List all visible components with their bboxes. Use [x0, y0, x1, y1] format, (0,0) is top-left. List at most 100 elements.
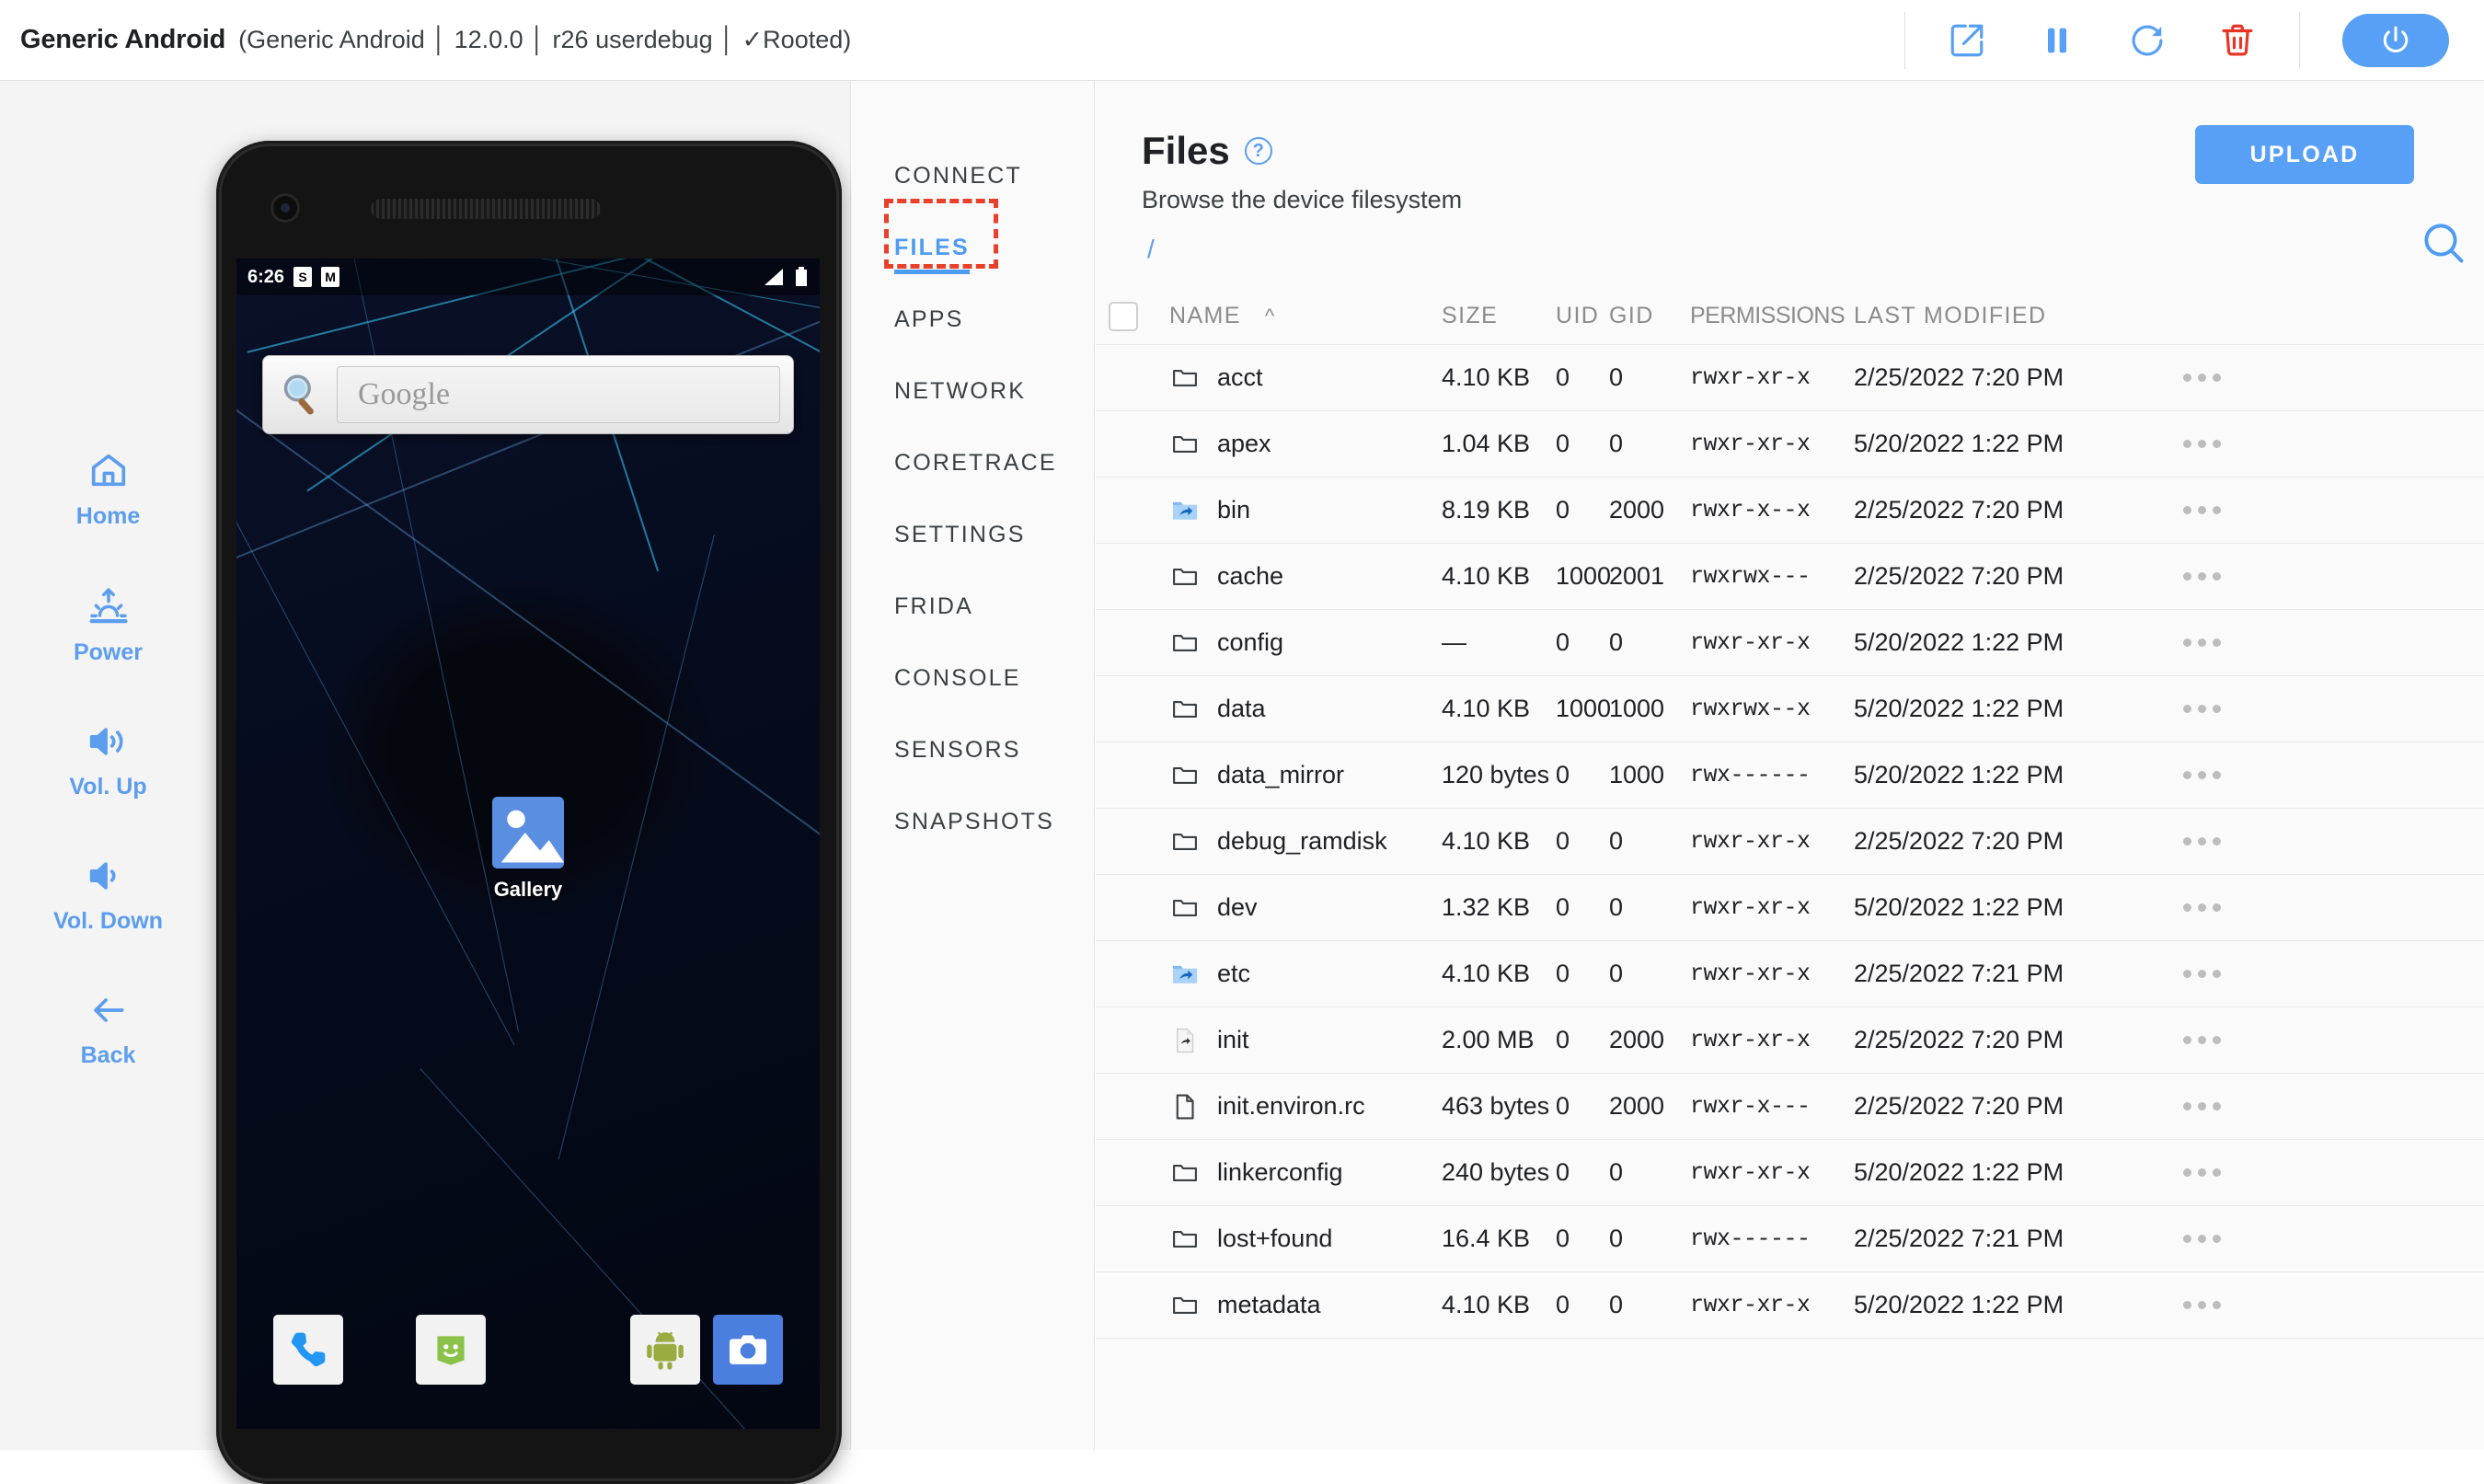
table-row[interactable]: init.environ.rc 463 bytes 0 2000 rwxr-x--- 2/… — [1096, 1074, 2484, 1140]
nav-item-network[interactable]: NETWORK — [852, 355, 1094, 427]
files-table: NAME ^ SIZE UID GID PERMISSIONS LAST MOD… — [1096, 288, 2484, 1339]
select-all-checkbox[interactable] — [1109, 301, 1138, 331]
nav-item-settings[interactable]: SETTINGS — [852, 499, 1094, 570]
table-row[interactable]: apex 1.04 KB 0 0 rwxr-xr-x 5/20/2022 1:22 PM — [1096, 411, 2484, 477]
table-row[interactable]: bin 8.19 KB 0 2000 rwxr-x--x 2/25/2022 7:20 P… — [1096, 477, 2484, 544]
nav-item-label: SETTINGS — [894, 521, 1026, 547]
back-arrow-icon — [86, 990, 132, 1035]
row-more-menu-icon[interactable] — [2183, 837, 2221, 846]
row-name-cell[interactable]: linkerconfig — [1169, 1157, 1442, 1189]
row-name-cell[interactable]: config — [1169, 627, 1442, 659]
row-size: — — [1442, 628, 1466, 656]
table-row[interactable]: init 2.00 MB 0 2000 rwxr-xr-x 2/25/2022 7:20 … — [1096, 1007, 2484, 1074]
column-header-name[interactable]: NAME ^ — [1169, 303, 1442, 329]
hw-button-volume-up[interactable]: Vol. Up — [26, 721, 191, 800]
table-row[interactable]: etc 4.10 KB 0 0 rwxr-xr-x 2/25/2022 7:21 PM — [1096, 941, 2484, 1007]
file-name: apex — [1217, 430, 1271, 457]
refresh-icon[interactable] — [2126, 19, 2168, 62]
column-header-uid[interactable]: UID — [1556, 303, 1609, 329]
row-more-menu-icon[interactable] — [2183, 1301, 2221, 1309]
upload-button[interactable]: UPLOAD — [2195, 125, 2414, 184]
nav-item-console[interactable]: CONSOLE — [852, 642, 1094, 714]
row-name-cell[interactable]: debug_ramdisk — [1169, 826, 1442, 857]
table-row[interactable]: config — 0 0 rwxr-xr-x 5/20/2022 1:22 PM — [1096, 610, 2484, 676]
power-button[interactable] — [2342, 13, 2449, 67]
google-search-widget[interactable]: Google — [262, 355, 794, 434]
row-more-menu-icon[interactable] — [2183, 970, 2221, 978]
row-last-modified: 5/20/2022 1:22 PM — [1854, 893, 2064, 921]
table-row[interactable]: data_mirror 120 bytes 0 1000 rwx------ 5/20/2… — [1096, 742, 2484, 809]
table-row[interactable]: metadata 4.10 KB 0 0 rwxr-xr-x 5/20/2022 1:22… — [1096, 1272, 2484, 1339]
nav-item-connect[interactable]: CONNECT — [852, 140, 1094, 212]
files-panel: Files ? Browse the device filesystem / U… — [1096, 81, 2484, 1450]
table-row[interactable]: lost+found 16.4 KB 0 0 rwx------ 2/25/2022 7:… — [1096, 1206, 2484, 1272]
row-more-menu-icon[interactable] — [2183, 374, 2221, 382]
top-bar-actions — [1904, 0, 2484, 81]
device-screen[interactable]: 6:26 S M Google Gallery — [236, 259, 820, 1429]
row-name-cell[interactable]: init — [1169, 1025, 1442, 1056]
nav-item-apps[interactable]: APPS — [852, 283, 1094, 355]
row-more-menu-icon[interactable] — [2183, 705, 2221, 713]
row-name-cell[interactable]: cache — [1169, 561, 1442, 592]
breadcrumb[interactable]: / — [1142, 235, 2484, 264]
google-search-input[interactable]: Google — [337, 366, 780, 423]
row-name-cell[interactable]: lost+found — [1169, 1224, 1442, 1255]
hw-button-back[interactable]: Back — [26, 990, 191, 1069]
row-more-menu-icon[interactable] — [2183, 506, 2221, 514]
row-more-menu-icon[interactable] — [2183, 1168, 2221, 1177]
table-row[interactable]: acct 4.10 KB 0 0 rwxr-xr-x 2/25/2022 7:20 PM — [1096, 345, 2484, 411]
row-more-menu-icon[interactable] — [2183, 903, 2221, 912]
table-row[interactable]: debug_ramdisk 4.10 KB 0 0 rwxr-xr-x 2/25/2022… — [1096, 809, 2484, 875]
nav-item-frida[interactable]: FRIDA — [852, 570, 1094, 642]
row-actions-cell — [2167, 970, 2484, 978]
open-external-icon[interactable] — [1946, 19, 1988, 62]
folder-icon — [1169, 1157, 1201, 1189]
row-more-menu-icon[interactable] — [2183, 1036, 2221, 1044]
help-icon[interactable]: ? — [1244, 137, 1272, 165]
nav-item-sensors[interactable]: SENSORS — [852, 714, 1094, 786]
row-more-menu-icon[interactable] — [2183, 638, 2221, 647]
hw-button-volume-down[interactable]: Vol. Down — [26, 856, 191, 935]
row-name-cell[interactable]: acct — [1169, 362, 1442, 394]
search-icon[interactable] — [2420, 219, 2467, 267]
row-name-cell[interactable]: data_mirror — [1169, 760, 1442, 791]
nav-item-snapshots[interactable]: SNAPSHOTS — [852, 786, 1094, 857]
row-name-cell[interactable]: dev — [1169, 892, 1442, 924]
hw-button-home[interactable]: Home — [26, 449, 191, 530]
nav-item-coretrace[interactable]: CORETRACE — [852, 427, 1094, 499]
pause-icon[interactable] — [2036, 19, 2078, 62]
row-more-menu-icon[interactable] — [2183, 771, 2221, 779]
row-gid: 0 — [1609, 1158, 1624, 1186]
row-name-cell[interactable]: etc — [1169, 959, 1442, 990]
row-uid: 0 — [1556, 496, 1570, 523]
column-header-size[interactable]: SIZE — [1442, 303, 1556, 329]
table-row[interactable]: dev 1.32 KB 0 0 rwxr-xr-x 5/20/2022 1:22 PM — [1096, 875, 2484, 941]
table-row[interactable]: cache 4.10 KB 1000 2001 rwxrwx--- 2/25/2022 7… — [1096, 544, 2484, 610]
table-row[interactable]: data 4.10 KB 1000 1000 rwxrwx--x 5/20/2022 1:… — [1096, 676, 2484, 742]
row-name-cell[interactable]: metadata — [1169, 1290, 1442, 1321]
row-uid: 0 — [1556, 761, 1570, 788]
table-row[interactable]: linkerconfig 240 bytes 0 0 rwxr-xr-x 5/20/202… — [1096, 1140, 2484, 1206]
apps-drawer-icon[interactable] — [629, 1315, 700, 1385]
messaging-app-icon[interactable] — [415, 1315, 486, 1385]
battery-icon — [796, 267, 807, 286]
hw-button-power[interactable]: Power — [26, 585, 191, 666]
row-more-menu-icon[interactable] — [2183, 1235, 2221, 1243]
row-name-cell[interactable]: data — [1169, 694, 1442, 725]
row-more-menu-icon[interactable] — [2183, 572, 2221, 581]
phone-app-icon[interactable] — [273, 1315, 343, 1385]
camera-app-icon[interactable] — [712, 1315, 783, 1385]
nav-item-files[interactable]: FILES — [852, 212, 1094, 283]
gallery-app-shortcut[interactable]: Gallery — [460, 797, 596, 902]
column-header-permissions[interactable]: PERMISSIONS — [1690, 303, 1854, 329]
row-name-cell[interactable]: apex — [1169, 429, 1442, 460]
row-more-menu-icon[interactable] — [2183, 1102, 2221, 1110]
column-header-last-modified[interactable]: LAST MODIFIED — [1854, 303, 2167, 329]
row-name-cell[interactable]: bin — [1169, 495, 1442, 526]
row-name-cell[interactable]: init.environ.rc — [1169, 1091, 1442, 1122]
row-last-modified: 2/25/2022 7:20 PM — [1854, 363, 2064, 391]
row-more-menu-icon[interactable] — [2183, 440, 2221, 448]
column-header-gid[interactable]: GID — [1609, 303, 1690, 329]
delete-icon[interactable] — [2216, 19, 2259, 62]
nav-item-label: SENSORS — [894, 736, 1021, 763]
